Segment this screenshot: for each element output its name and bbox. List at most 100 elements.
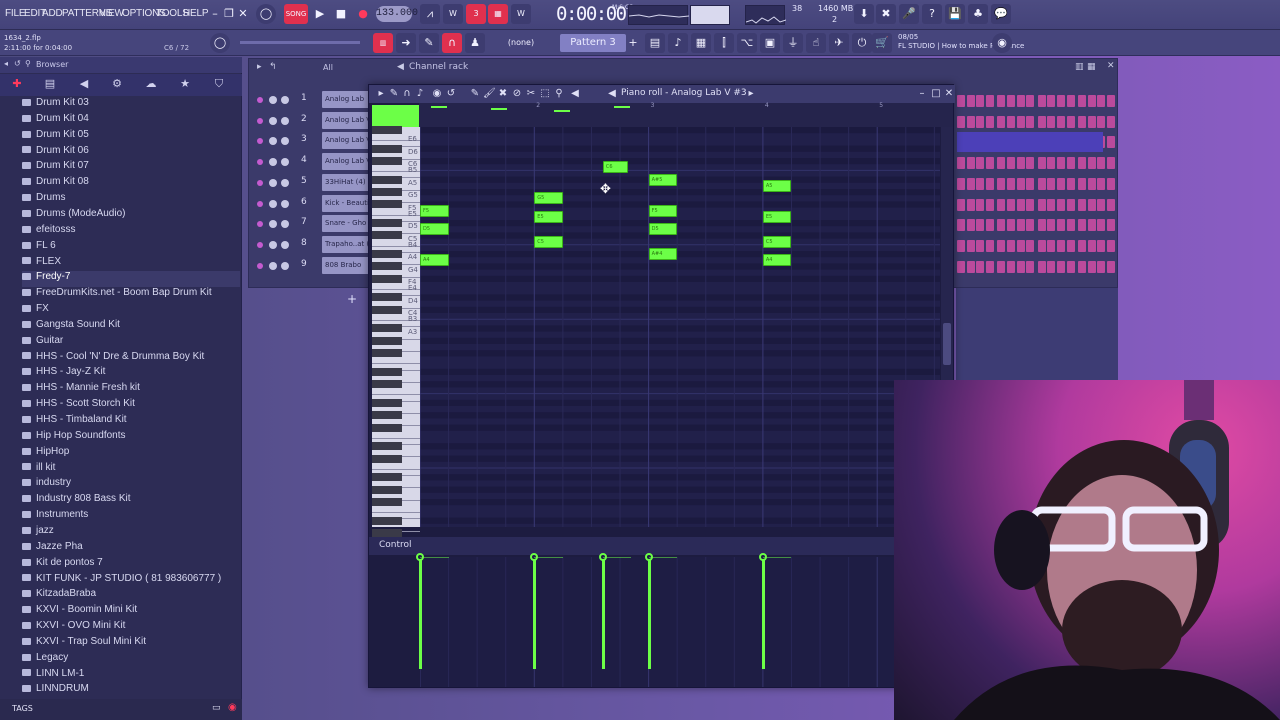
channel-mixer-track[interactable]: 2 [301, 114, 307, 124]
channel-volume-knob[interactable] [281, 178, 289, 187]
record-small-icon[interactable]: ◉ [228, 702, 237, 713]
browser-pin-icon[interactable]: ↺ [14, 59, 21, 68]
piano-roll-icon[interactable]: ♪ [668, 33, 688, 53]
step-button[interactable] [1016, 239, 1025, 252]
step-button[interactable] [1007, 177, 1015, 190]
step-button[interactable] [1107, 177, 1115, 190]
step-button[interactable] [1057, 239, 1065, 252]
browser-folder-item[interactable]: HHS - Mannie Fresh kit [22, 382, 240, 398]
minimize-icon[interactable]: – [210, 4, 220, 24]
step-button[interactable] [1078, 219, 1087, 232]
draw-tool-icon[interactable]: ✎ [469, 87, 481, 100]
step-button[interactable] [1037, 95, 1046, 107]
step-button[interactable] [1007, 95, 1015, 107]
playback-tool-icon[interactable]: ◀ [569, 87, 581, 100]
channel-pan-knob[interactable] [269, 137, 277, 146]
browser-plugin-icon[interactable]: ⚙ [108, 77, 126, 93]
browser-all-icon[interactable]: ✚ [8, 77, 26, 93]
browser-folder-item[interactable]: ill kit [22, 462, 240, 478]
step-button[interactable] [966, 115, 975, 128]
step-button[interactable] [1047, 198, 1056, 211]
step-button[interactable] [1016, 219, 1025, 232]
step-button[interactable] [1107, 136, 1115, 149]
step-button[interactable] [985, 115, 994, 128]
step-button[interactable] [985, 157, 994, 170]
channel-mute-led[interactable] [257, 138, 263, 145]
magnet-snap-icon[interactable]: ∩ [442, 33, 462, 53]
step-button[interactable] [1016, 260, 1025, 273]
step-button[interactable] [966, 157, 975, 170]
menu-view[interactable]: VIEW [99, 8, 124, 19]
browser-search-icon[interactable]: ⚲ [25, 59, 31, 68]
channel-pan-knob[interactable] [269, 240, 277, 249]
blend-recording-icon[interactable]: ▦ [488, 4, 508, 24]
channel-mute-led[interactable] [257, 200, 263, 207]
step-button[interactable] [1087, 95, 1096, 107]
menu-add[interactable]: ADD [42, 8, 63, 19]
loop-record-icon[interactable]: W [511, 4, 531, 24]
browser-folder-item[interactable]: Kit de pontos 7 [22, 557, 240, 573]
channel-rack-close-icon[interactable]: ✕ [1107, 61, 1115, 71]
step-button[interactable] [1026, 219, 1035, 232]
step-button[interactable] [1037, 115, 1046, 128]
select-tool-icon[interactable]: ⬚ [539, 87, 551, 100]
step-button[interactable] [985, 260, 994, 273]
channel-volume-knob[interactable] [281, 96, 289, 104]
channel-name-button[interactable]: Analog Lab V [322, 111, 374, 129]
channel-name-button[interactable]: Kick - Beautif [322, 194, 374, 212]
channel-mixer-track[interactable]: 9 [301, 259, 307, 269]
plug-icon[interactable]: ⏚ [783, 33, 803, 53]
step-button[interactable] [1107, 219, 1115, 232]
step-button[interactable] [957, 115, 965, 128]
step-button[interactable] [1007, 219, 1015, 232]
delete-tool-icon[interactable]: ✖ [497, 87, 509, 100]
channel-row[interactable]: 1 Analog Lab [249, 90, 374, 110]
channel-mute-led[interactable] [257, 179, 263, 186]
channel-row[interactable]: 7 Snare - Gho [249, 214, 374, 234]
channel-volume-knob[interactable] [281, 261, 289, 270]
browser-folder-item[interactable]: FLEX [22, 256, 240, 272]
step-button[interactable] [985, 177, 994, 190]
step-button[interactable] [957, 219, 965, 232]
channel-mixer-track[interactable]: 5 [301, 176, 307, 186]
step-button[interactable] [1007, 260, 1015, 273]
piano-roll-menu-icon[interactable]: ▸ [375, 87, 387, 100]
channel-row[interactable]: 5 33HiHat (4) [249, 173, 374, 193]
step-button[interactable] [1057, 115, 1065, 128]
browser-folder-item[interactable]: HipHop [22, 446, 240, 462]
channel-volume-knob[interactable] [281, 240, 289, 249]
browser-folder-item[interactable]: Gangsta Sound Kit [22, 319, 240, 335]
step-button[interactable] [957, 177, 965, 190]
channel-volume-knob[interactable] [281, 116, 289, 125]
piano-roll-note[interactable]: A4 [420, 254, 449, 267]
step-button[interactable] [1078, 95, 1087, 107]
channel-pan-knob[interactable] [269, 96, 277, 104]
power-icon[interactable]: ⏻ [852, 33, 872, 53]
browser-menu-icon[interactable]: ◂ [4, 59, 8, 68]
browser-folder-item[interactable]: Drum Kit 07 [22, 160, 240, 176]
step-button[interactable] [1078, 239, 1087, 252]
step-button[interactable] [1007, 239, 1015, 252]
metronome-icon[interactable]: ⩘ [420, 4, 440, 24]
step-button[interactable] [1078, 115, 1087, 128]
step-button[interactable] [957, 95, 965, 107]
step-button[interactable] [1007, 198, 1015, 211]
step-button[interactable] [976, 95, 985, 107]
channel-pan-knob[interactable] [269, 116, 277, 125]
plugin-icon[interactable]: ♣ [968, 4, 988, 24]
piano-roll-note[interactable]: A4 [762, 254, 792, 267]
chat-icon[interactable]: 💬 [991, 4, 1011, 24]
browser-star-icon[interactable]: ★ [176, 77, 194, 93]
step-button[interactable] [1097, 95, 1106, 107]
piano-roll-close-icon[interactable]: ✕ [943, 87, 955, 100]
browser-bag-icon[interactable]: ⛉ [210, 77, 228, 93]
browser-folder-item[interactable]: KXVI - OVO Mini Kit [22, 620, 240, 636]
magnet-icon[interactable]: ✎ [388, 87, 400, 100]
note-preview-area[interactable] [372, 105, 420, 127]
step-button[interactable] [1026, 239, 1035, 252]
step-button[interactable] [966, 177, 975, 190]
piano-roll-note[interactable]: D5 [648, 223, 678, 236]
playlist-icon[interactable]: ▤ [645, 33, 665, 53]
channel-mixer-track[interactable]: 1 [301, 93, 307, 103]
step-button[interactable] [985, 219, 994, 232]
